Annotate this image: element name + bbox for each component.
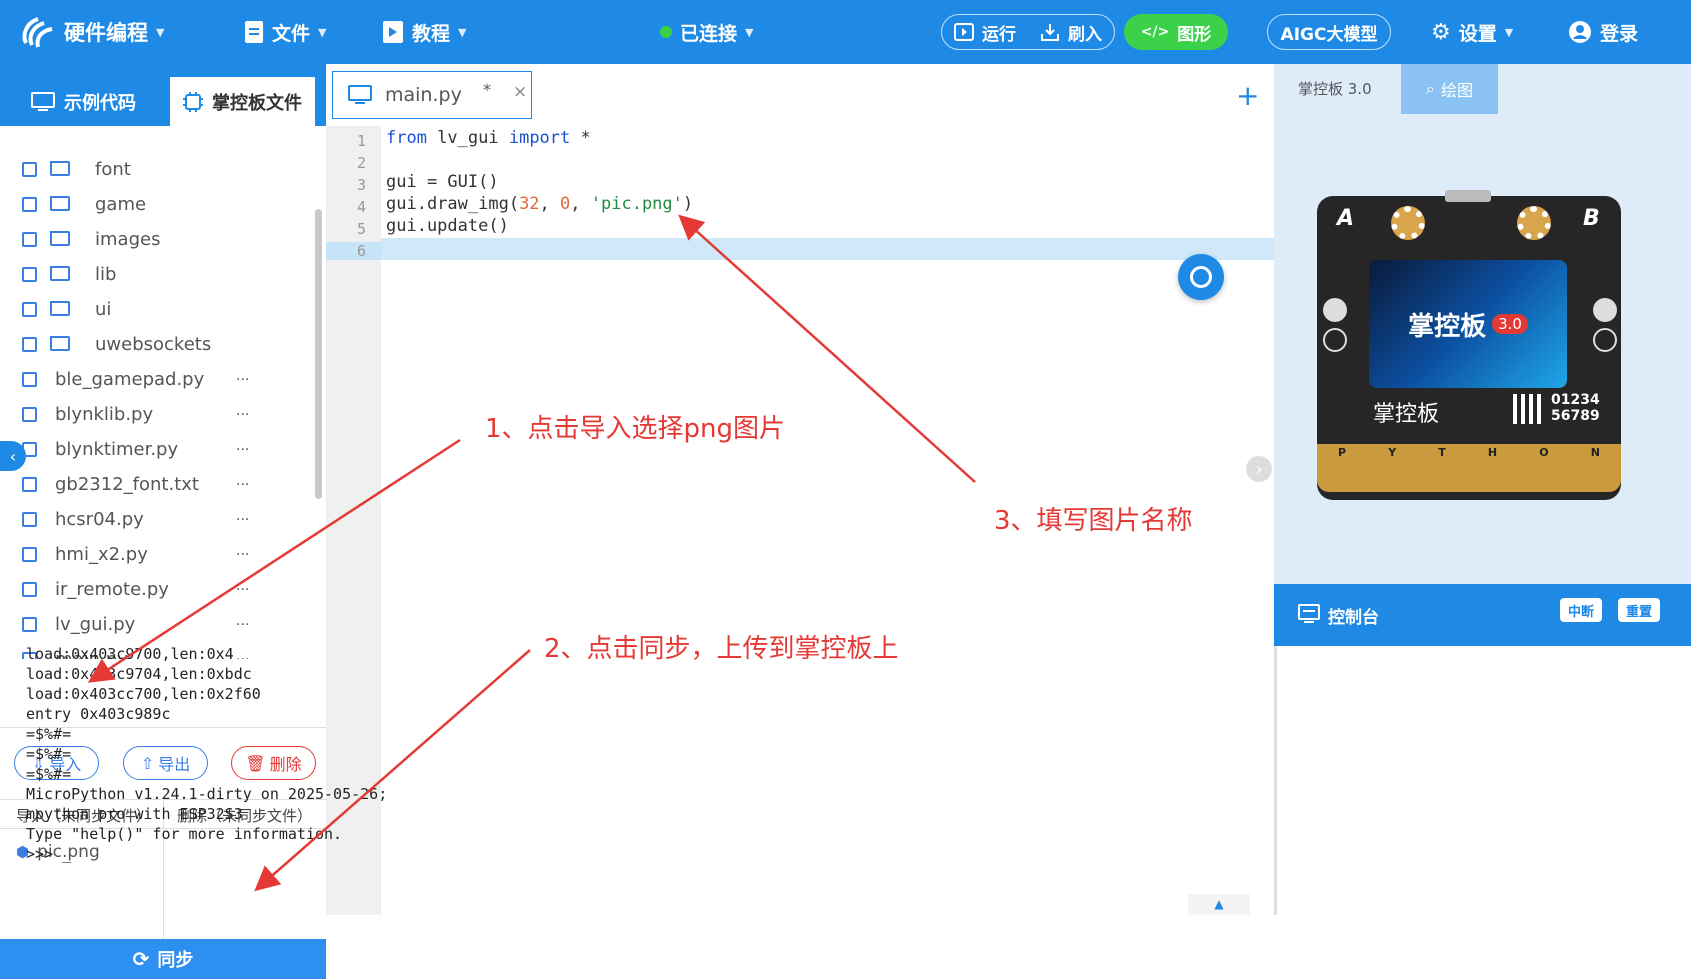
sync-label: 同步 [157, 950, 194, 971]
annotation-arrows [87, 214, 976, 892]
annotation-step-1: 1、点击导入选择png图片 [485, 414, 786, 444]
sync-button[interactable]: ⟳ 同步 [0, 939, 326, 979]
annotation-step-3: 3、填写图片名称 [994, 506, 1193, 536]
annotation-step-2: 2、点击同步，上传到掌控板上 [544, 634, 899, 664]
arrow-to-sync [254, 649, 531, 892]
refresh-icon: ⟳ [132, 947, 150, 971]
arrow-to-import [87, 438, 461, 683]
